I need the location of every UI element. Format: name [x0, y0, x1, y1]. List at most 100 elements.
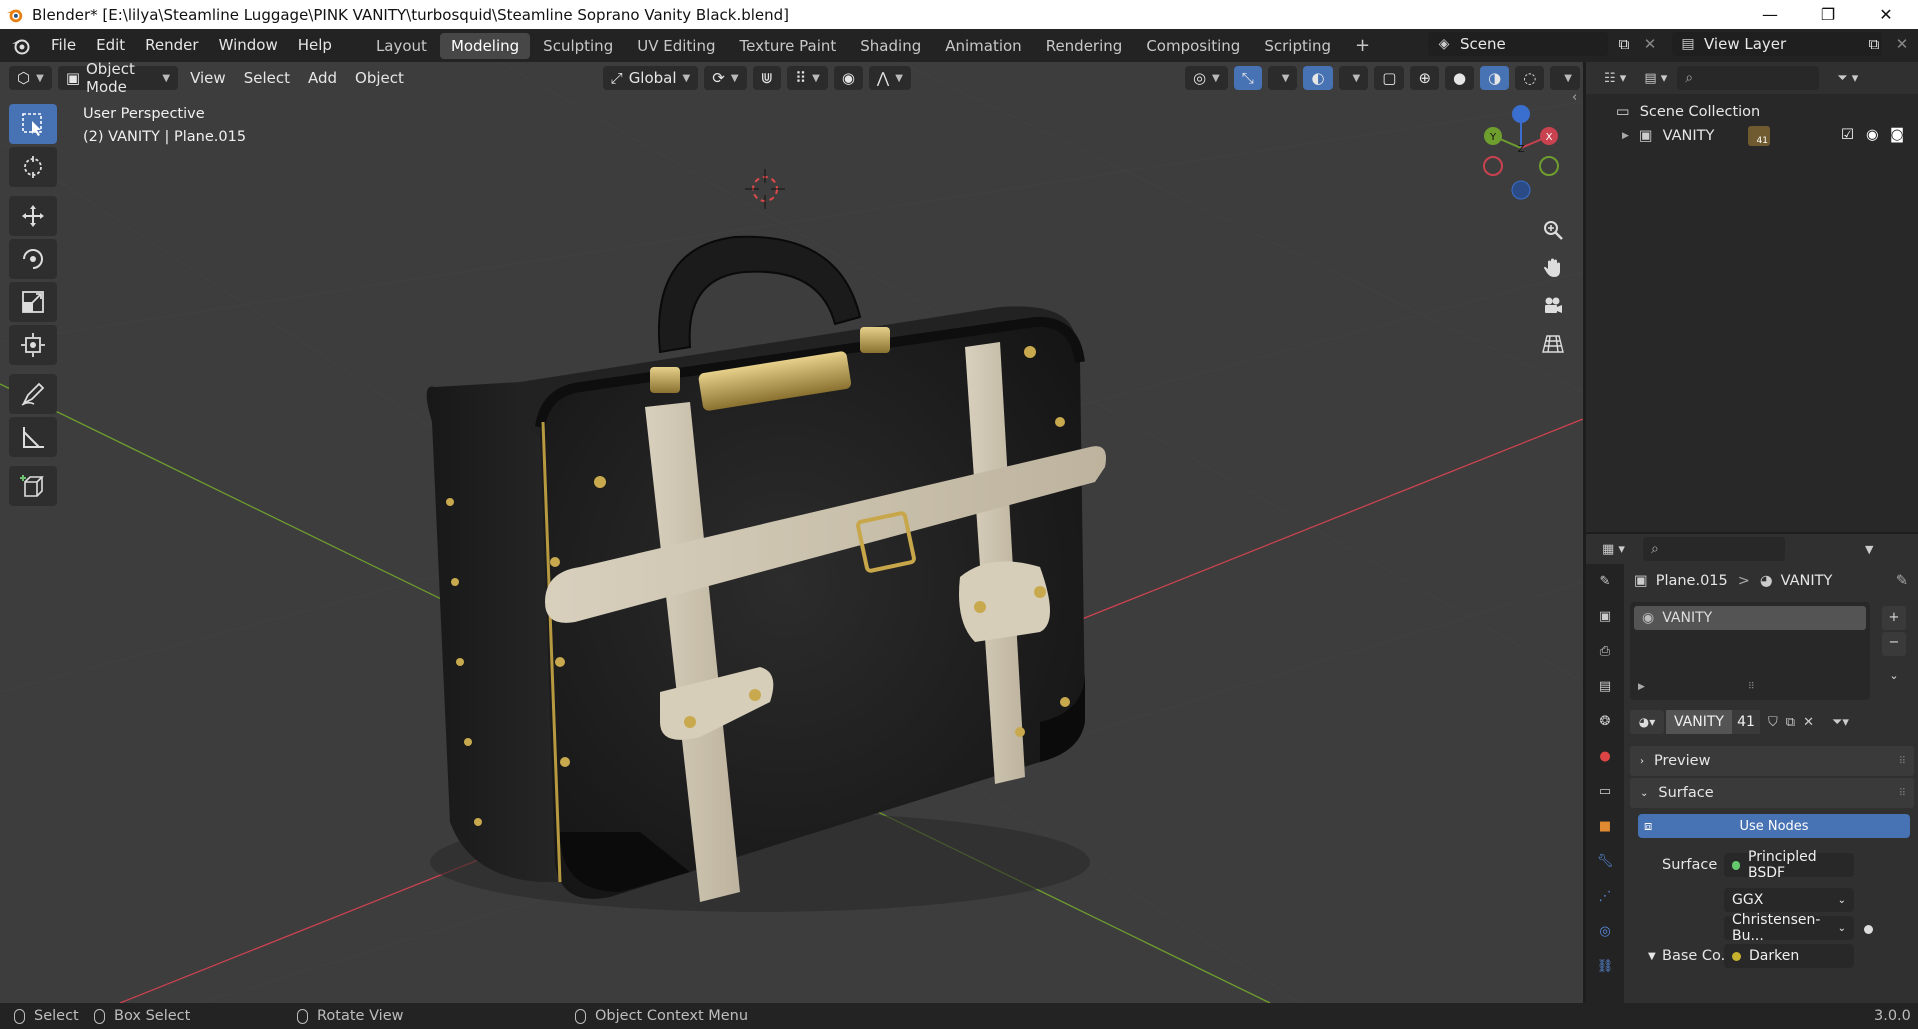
- subsurface-method-dropdown[interactable]: Christensen-Bu... ⌄: [1724, 912, 1854, 944]
- tool-move[interactable]: [9, 196, 57, 236]
- browse-material-button[interactable]: ◕▾: [1630, 710, 1664, 734]
- editor-type-button[interactable]: ⬡ ▼: [9, 66, 52, 90]
- tab-scene[interactable]: ❂: [1586, 704, 1624, 739]
- visibility-dropdown[interactable]: ◎ ▼: [1184, 66, 1228, 90]
- material-users-count[interactable]: 41: [1732, 710, 1760, 734]
- proportional-edit-toggle[interactable]: ◉: [833, 66, 863, 90]
- tab-output[interactable]: ⎙: [1586, 634, 1624, 669]
- object-mode-dropdown[interactable]: ▣ Object Mode ▼: [57, 62, 179, 96]
- new-scene-icon[interactable]: ⧉: [1612, 32, 1636, 56]
- snap-toggle[interactable]: ⋓: [752, 66, 782, 90]
- menu-view[interactable]: View: [181, 62, 235, 94]
- tab-modeling[interactable]: Modeling: [439, 32, 531, 59]
- 3d-viewport[interactable]: Z X Y ⬡ ▼ ▣ Object Mode ▼ View Select Add …: [0, 62, 1583, 1003]
- tab-animation[interactable]: Animation: [934, 33, 1032, 59]
- minimize-button[interactable]: —: [1742, 0, 1798, 29]
- view-layer-selector[interactable]: ▤ View Layer: [1672, 32, 1882, 56]
- delete-view-layer-icon[interactable]: ✕: [1892, 32, 1912, 56]
- gizmo-dropdown[interactable]: ▼: [1267, 66, 1298, 90]
- tool-annotate[interactable]: [9, 374, 57, 414]
- tab-rendering[interactable]: Rendering: [1035, 33, 1134, 59]
- filter-icon[interactable]: ⏷ ▾: [1837, 71, 1858, 86]
- pin-icon[interactable]: ✎: [1896, 573, 1908, 589]
- pan-view-button[interactable]: [1538, 253, 1568, 283]
- tab-world[interactable]: ●: [1586, 739, 1624, 774]
- render-camera-icon[interactable]: ◙: [1890, 127, 1904, 143]
- expand-arrow-icon[interactable]: ▶: [1622, 131, 1629, 141]
- tool-select-box[interactable]: [9, 104, 57, 144]
- add-slot-button[interactable]: +: [1882, 606, 1906, 630]
- chevron-down-icon[interactable]: ▼: [1648, 951, 1656, 962]
- drag-handle-icon[interactable]: ⠿: [1899, 756, 1906, 767]
- menu-select[interactable]: Select: [235, 62, 299, 94]
- pivot-point-dropdown[interactable]: ⟳ ▼: [704, 66, 747, 90]
- scene-collection-row[interactable]: ▭ Scene Collection: [1586, 100, 1918, 124]
- menu-edit[interactable]: Edit: [86, 29, 135, 62]
- properties-search-input[interactable]: ⌕: [1642, 537, 1785, 561]
- tab-tool[interactable]: ✎: [1586, 564, 1624, 599]
- outliner-editor-type-icon[interactable]: ☷ ▾: [1604, 71, 1626, 86]
- tab-modifiers[interactable]: 🔧︎: [1586, 844, 1624, 879]
- properties-editor-type-icon[interactable]: ▦ ▾: [1602, 542, 1625, 557]
- tab-object[interactable]: ■: [1586, 809, 1624, 844]
- material-name-field[interactable]: VANITY: [1666, 710, 1732, 734]
- restore-button[interactable]: ❐: [1800, 0, 1856, 29]
- fake-user-shield-icon[interactable]: ⛉: [1768, 715, 1778, 730]
- close-button[interactable]: ✕: [1858, 0, 1914, 29]
- tool-cursor[interactable]: [9, 147, 57, 187]
- distribution-dropdown[interactable]: GGX ⌄: [1724, 888, 1854, 912]
- blender-menu-icon[interactable]: [11, 36, 31, 56]
- xray-toggle[interactable]: ▢: [1374, 66, 1405, 90]
- drag-handle-icon[interactable]: ⠿: [1899, 788, 1906, 799]
- tool-scale[interactable]: [9, 282, 57, 322]
- shading-rendered-button[interactable]: ◌: [1515, 66, 1545, 90]
- tab-view-layer[interactable]: ▤: [1586, 669, 1624, 704]
- tab-sculpting[interactable]: Sculpting: [532, 33, 624, 59]
- tab-compositing[interactable]: Compositing: [1135, 33, 1251, 59]
- list-expand-icon[interactable]: ▶: [1638, 682, 1645, 692]
- panel-preview[interactable]: › Preview ⠿: [1630, 746, 1914, 776]
- menu-file[interactable]: File: [41, 29, 86, 62]
- exclude-checkbox[interactable]: ☑: [1841, 127, 1854, 143]
- toggle-projection-button[interactable]: [1538, 329, 1568, 359]
- outliner-item-vanity[interactable]: ▶ ▣ VANITY 41 ☑ ◉ ◙: [1586, 124, 1918, 148]
- sidebar-toggle-icon[interactable]: ‹: [1572, 90, 1577, 105]
- scene-selector[interactable]: ◈ Scene: [1428, 32, 1608, 56]
- tool-rotate[interactable]: [9, 239, 57, 279]
- base-color-field[interactable]: Darken: [1724, 944, 1854, 968]
- overlays-dropdown[interactable]: ▼: [1338, 66, 1369, 90]
- gizmo-toggle[interactable]: ⤡: [1233, 66, 1262, 90]
- unlink-material-icon[interactable]: ✕: [1803, 715, 1814, 730]
- material-slot-row[interactable]: ◉ VANITY: [1634, 606, 1866, 630]
- zoom-view-button[interactable]: [1538, 215, 1568, 245]
- visibility-eye-icon[interactable]: ◉: [1866, 127, 1879, 143]
- object-count-badge[interactable]: 41: [1748, 126, 1770, 146]
- menu-help[interactable]: Help: [288, 29, 342, 62]
- slot-specials-dropdown[interactable]: ⌄: [1882, 664, 1906, 688]
- tab-collection[interactable]: ▭: [1586, 774, 1624, 809]
- overlays-toggle[interactable]: ◐: [1303, 66, 1333, 90]
- menu-add[interactable]: Add: [299, 62, 346, 94]
- delete-scene-icon[interactable]: ✕: [1640, 32, 1660, 56]
- shading-wireframe-button[interactable]: ⊕: [1410, 66, 1440, 90]
- tab-layout[interactable]: Layout: [365, 33, 438, 59]
- shading-dropdown[interactable]: ▼: [1550, 66, 1580, 90]
- tab-physics[interactable]: ◎: [1586, 914, 1624, 949]
- link-dropdown-icon[interactable]: ⏷▾: [1832, 715, 1849, 730]
- tab-shading[interactable]: Shading: [849, 33, 932, 59]
- tab-scripting[interactable]: Scripting: [1253, 33, 1342, 59]
- use-nodes-button[interactable]: ⧈ Use Nodes: [1638, 814, 1910, 838]
- transform-orientation-dropdown[interactable]: ⤢ Global ▼: [602, 66, 699, 90]
- outliner-search-input[interactable]: ⌕: [1677, 66, 1820, 90]
- menu-object[interactable]: Object: [346, 62, 413, 94]
- tab-constraints[interactable]: ⛓︎: [1586, 949, 1624, 984]
- display-mode-icon[interactable]: ▤ ▾: [1644, 71, 1667, 86]
- menu-window[interactable]: Window: [209, 29, 288, 62]
- add-workspace-button[interactable]: +: [1344, 33, 1381, 59]
- camera-view-button[interactable]: [1538, 291, 1568, 321]
- remove-slot-button[interactable]: −: [1882, 632, 1906, 656]
- properties-options-dropdown[interactable]: ▼: [1865, 543, 1873, 556]
- tab-render[interactable]: ▣: [1586, 599, 1624, 634]
- material-slot-list[interactable]: ◉ VANITY ▶ ⠿: [1630, 602, 1870, 700]
- panel-surface[interactable]: ⌄ Surface ⠿: [1630, 778, 1914, 808]
